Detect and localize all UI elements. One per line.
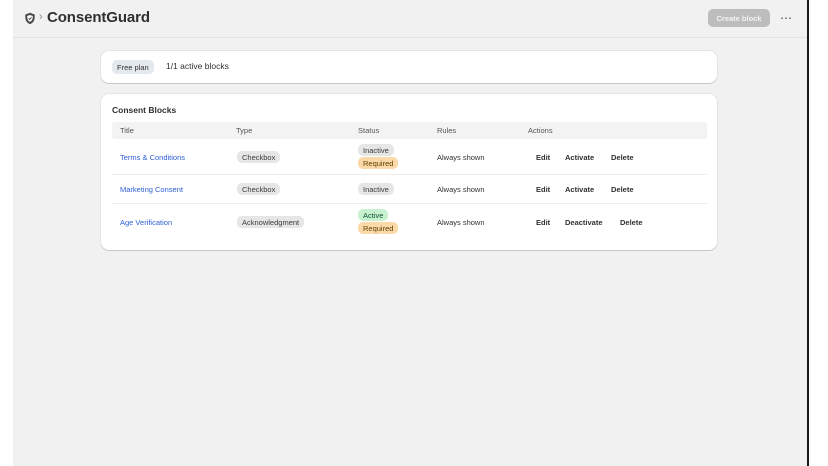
required-badge: Required	[358, 157, 399, 169]
column-header-actions: Actions	[528, 126, 553, 135]
block-title-link[interactable]: Marketing Consent	[120, 185, 183, 194]
table-row: Terms & Conditions Checkbox Inactive Req…	[112, 140, 707, 175]
column-header-type: Type	[236, 126, 253, 135]
column-header-status: Status	[358, 126, 380, 135]
rules-text: Always shown	[437, 153, 485, 162]
page-header: › ConsentGuard Create block ⋯	[13, 0, 807, 38]
status-badge: Inactive	[358, 183, 394, 195]
status-badge: Inactive	[358, 144, 394, 156]
rules-text: Always shown	[437, 218, 485, 227]
activate-button[interactable]: Activate	[565, 153, 594, 162]
deactivate-button[interactable]: Deactivate	[565, 218, 603, 227]
consent-blocks-card: Consent Blocks Title Type Status Rules A…	[101, 94, 717, 250]
table-row: Age Verification Acknowledgment Active R…	[112, 204, 707, 240]
section-title: Consent Blocks	[112, 105, 177, 115]
app-frame: › ConsentGuard Create block ⋯ Free plan …	[13, 0, 807, 466]
activate-button[interactable]: Activate	[565, 185, 594, 194]
delete-button[interactable]: Delete	[611, 153, 634, 162]
window-edge	[807, 0, 828, 466]
table-header: Title Type Status Rules Actions	[112, 122, 707, 139]
type-badge: Acknowledgment	[237, 216, 305, 228]
more-actions-icon[interactable]: ⋯	[777, 9, 795, 27]
breadcrumb-chevron-icon: ›	[39, 11, 43, 23]
active-blocks-count: 1/1 active blocks	[166, 61, 229, 71]
delete-button[interactable]: Delete	[620, 218, 643, 227]
create-block-button[interactable]: Create block	[708, 9, 770, 27]
required-badge: Required	[358, 222, 399, 234]
shield-icon	[24, 12, 36, 25]
block-title-link[interactable]: Age Verification	[120, 218, 172, 227]
edit-button[interactable]: Edit	[536, 185, 550, 194]
type-badge: Checkbox	[237, 151, 281, 163]
table-row: Marketing Consent Checkbox Inactive Alwa…	[112, 175, 707, 204]
type-badge: Checkbox	[237, 183, 281, 195]
edit-button[interactable]: Edit	[536, 218, 550, 227]
plan-summary-card: Free plan 1/1 active blocks	[101, 51, 717, 83]
block-title-link[interactable]: Terms & Conditions	[120, 153, 185, 162]
page-title: ConsentGuard	[47, 9, 150, 26]
rules-text: Always shown	[437, 185, 485, 194]
column-header-title: Title	[120, 126, 134, 135]
edit-button[interactable]: Edit	[536, 153, 550, 162]
delete-button[interactable]: Delete	[611, 185, 634, 194]
status-badge: Active	[358, 209, 389, 221]
column-header-rules: Rules	[437, 126, 457, 135]
plan-badge: Free plan	[112, 60, 154, 74]
